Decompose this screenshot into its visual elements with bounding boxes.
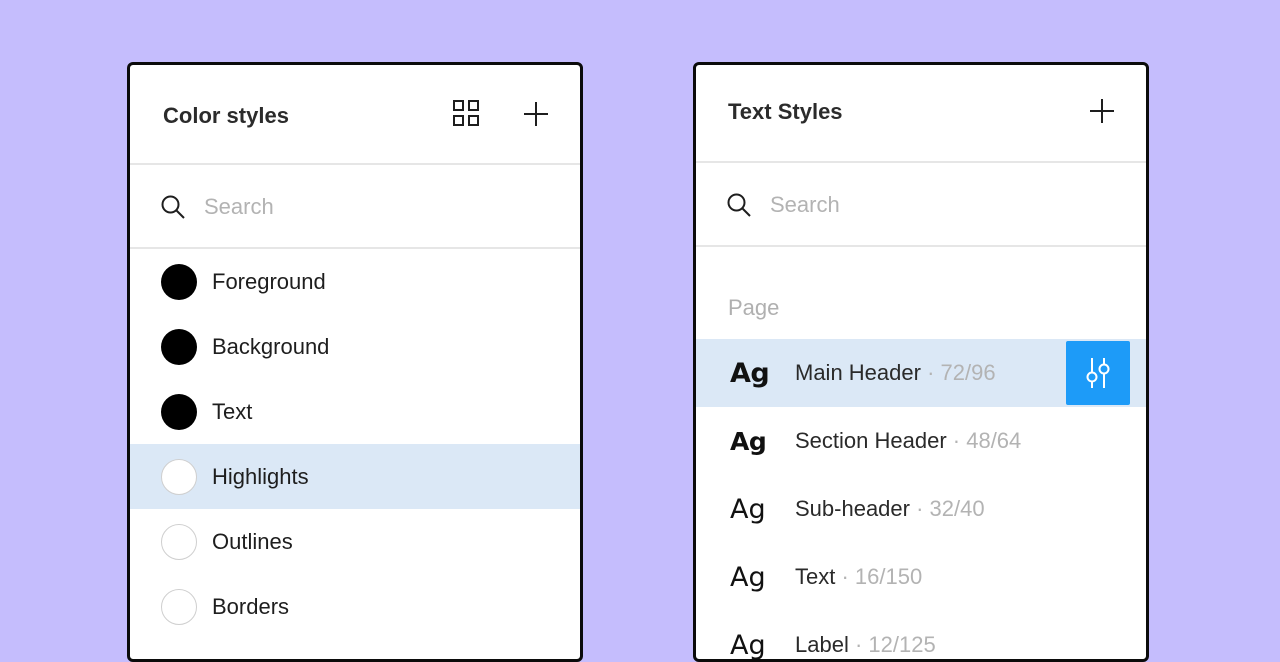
color-styles-search-row [130, 165, 580, 249]
color-style-label: Outlines [212, 528, 293, 554]
plus-icon [1090, 99, 1114, 123]
color-swatch [161, 458, 197, 495]
text-style-separator: · [909, 496, 930, 521]
grid-view-button[interactable] [450, 97, 482, 129]
text-style-item-sub-header[interactable]: Ag Sub-header · 32/40 [696, 475, 1146, 543]
text-style-preview: Ag [730, 426, 767, 456]
text-styles-header: Text Styles [696, 65, 1146, 163]
color-style-item-text[interactable]: Text [130, 379, 580, 444]
color-styles-panel: Color styles Foreground [127, 62, 583, 662]
color-style-label: Borders [212, 593, 290, 619]
text-style-name: Label [795, 632, 849, 657]
text-styles-list: Ag Main Header · 72/96 Ag Section Header… [696, 339, 1146, 661]
text-style-size: 72/96 [940, 360, 996, 385]
color-styles-search-input[interactable] [202, 189, 526, 225]
color-swatch [161, 588, 197, 625]
text-style-label: Text · 16/150 [795, 564, 922, 590]
color-style-label: Text [212, 398, 253, 424]
color-style-item-foreground[interactable]: Foreground [130, 249, 580, 314]
color-style-item-background[interactable]: Background [130, 314, 580, 379]
text-style-separator: · [946, 428, 967, 453]
text-style-separator: · [920, 360, 941, 385]
text-style-separator: · [835, 564, 855, 589]
color-style-item-borders[interactable]: Borders [130, 574, 580, 639]
search-icon [727, 193, 751, 217]
text-style-label: Section Header · 48/64 [795, 428, 1021, 454]
plus-icon [524, 102, 548, 126]
text-styles-search-input[interactable] [768, 187, 1092, 223]
text-style-name: Sub-header [795, 496, 910, 521]
add-color-style-button[interactable] [520, 98, 552, 130]
text-style-size: 16/150 [854, 564, 923, 589]
text-style-preview: Ag [730, 493, 766, 525]
text-style-preview: Ag [730, 357, 770, 389]
grid-view-icon [453, 100, 479, 126]
text-styles-search-row [696, 163, 1146, 247]
text-style-label: Main Header · 72/96 [795, 360, 996, 386]
text-styles-title: Text Styles [728, 99, 843, 124]
color-style-item-highlights[interactable]: Highlights [130, 444, 580, 509]
text-style-item-text[interactable]: Ag Text · 16/150 [696, 543, 1146, 611]
color-style-label: Background [212, 333, 330, 359]
color-style-label: Foreground [212, 268, 326, 294]
add-text-style-button[interactable] [1086, 95, 1118, 127]
text-style-label: Sub-header · 32/40 [795, 496, 985, 522]
color-styles-title: Color styles [163, 103, 289, 128]
text-styles-panel: Text Styles Page Ag Main Header · 72/96 [693, 62, 1149, 662]
text-style-size: 32/40 [929, 496, 985, 521]
text-style-size: 12/125 [868, 632, 936, 657]
color-swatch [161, 328, 197, 365]
text-style-name: Text [795, 564, 836, 589]
text-style-name: Section Header [795, 428, 947, 453]
search-icon [161, 195, 185, 219]
color-style-label: Highlights [212, 463, 309, 489]
text-style-item-section-header[interactable]: Ag Section Header · 48/64 [696, 407, 1146, 475]
color-style-item-outlines[interactable]: Outlines [130, 509, 580, 574]
edit-text-style-button[interactable] [1066, 341, 1130, 405]
text-style-item-main-header[interactable]: Ag Main Header · 72/96 [696, 339, 1146, 407]
color-styles-header: Color styles [130, 65, 580, 165]
color-swatch [161, 523, 197, 560]
text-style-preview: Ag [730, 561, 766, 593]
color-swatch [161, 263, 197, 300]
text-style-label: Label · 12/125 [795, 632, 936, 658]
text-style-item-label[interactable]: Ag Label · 12/125 [696, 611, 1146, 661]
text-style-preview: Ag [730, 629, 766, 661]
color-swatch [161, 393, 197, 430]
text-style-separator: · [848, 632, 869, 657]
text-styles-group-label: Page [728, 295, 780, 320]
color-styles-list: Foreground Background Text Highlights Ou… [130, 249, 580, 639]
sliders-icon [1086, 358, 1110, 388]
text-style-size: 48/64 [966, 428, 1022, 453]
text-style-name: Main Header [795, 360, 921, 385]
